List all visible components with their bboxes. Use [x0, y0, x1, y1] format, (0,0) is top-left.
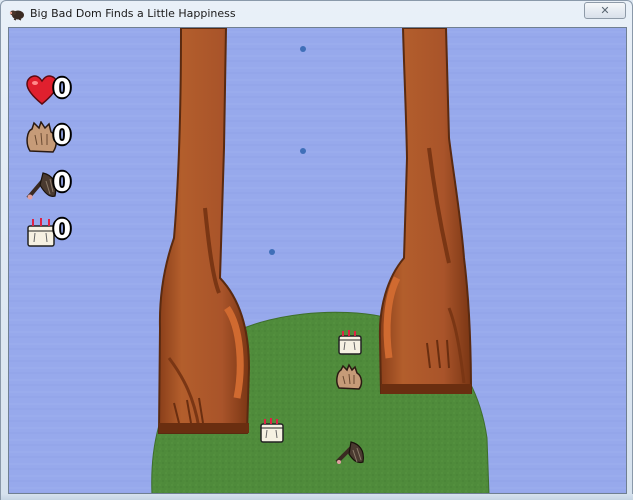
hud-shovels: 0	[25, 168, 85, 204]
window-bottom-border	[1, 494, 633, 500]
title-bar[interactable]: Big Bad Dom Finds a Little Happiness ✕	[1, 1, 632, 27]
hud-gloves: 0	[25, 121, 85, 157]
game-scene	[9, 28, 626, 493]
water-drop	[269, 249, 275, 255]
hud: 0 0 0 0	[9, 28, 89, 268]
water-drop	[300, 148, 306, 154]
mole-icon	[9, 10, 24, 21]
close-button[interactable]: ✕	[584, 2, 626, 19]
cakes-count: 0	[53, 215, 72, 245]
game-canvas[interactable]: 0 0 0 0	[8, 27, 627, 494]
water-drop	[300, 46, 306, 52]
gloves-count: 0	[53, 121, 72, 151]
close-icon: ✕	[600, 4, 610, 17]
hearts-count: 0	[53, 74, 72, 104]
shovels-count: 0	[53, 168, 72, 198]
window-title: Big Bad Dom Finds a Little Happiness	[30, 7, 236, 20]
hud-hearts: 0	[25, 74, 85, 110]
game-window: Big Bad Dom Finds a Little Happiness ✕ 0…	[0, 0, 633, 500]
hud-cakes: 0	[25, 215, 85, 251]
